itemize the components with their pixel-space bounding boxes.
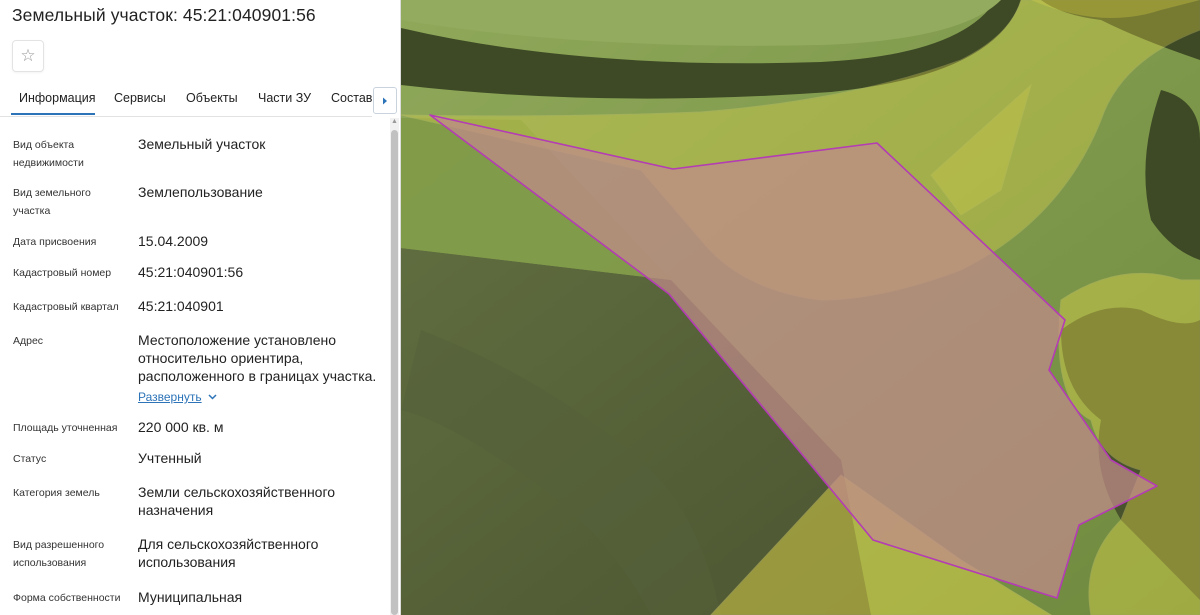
chevron-right-icon [383, 97, 387, 104]
map-canvas [401, 0, 1200, 615]
tab-composition[interactable]: Состав [331, 91, 372, 105]
address-expand-label: Развернуть [138, 390, 202, 404]
row-label-land-category: Категория земель [13, 487, 100, 499]
row-value-object-type: Земельный участок [138, 136, 266, 152]
row-value-status: Учтенный [138, 450, 202, 466]
tab-services[interactable]: Сервисы [114, 91, 166, 105]
row-value-cadastral-quarter: 45:21:040901 [138, 298, 224, 314]
tab-information[interactable]: Информация [19, 91, 96, 105]
row-label-object-type: Вид объекта недвижимости [13, 139, 84, 169]
row-label-ownership: Форма собственности [13, 592, 121, 604]
row-value-land-category: Земли сельскохозяйственного назначения [138, 484, 336, 518]
row-label-cadastral-number: Кадастровый номер [13, 267, 112, 279]
row-label-permitted-use: Вид разрешенного использования [13, 539, 105, 569]
property-info-panel: Земельный участок: 45:21:040901:56 ☆ Инф… [0, 0, 401, 615]
satellite-map[interactable] [401, 0, 1200, 615]
tab-bar: Информация Сервисы Объекты Части ЗУ Сост… [0, 86, 372, 117]
favorite-button[interactable]: ☆ [12, 40, 44, 72]
row-value-area: 220 000 кв. м [138, 419, 224, 435]
row-value-address: Местоположение установлено относительно … [138, 332, 377, 384]
scroll-up-arrow-icon[interactable]: ▲ [391, 118, 398, 126]
row-label-assign-date: Дата присвоения [13, 236, 97, 248]
scrollbar-thumb[interactable] [391, 130, 398, 615]
active-tab-indicator [11, 113, 95, 115]
tab-parcel-parts[interactable]: Части ЗУ [258, 91, 311, 105]
row-value-permitted-use: Для сельскохозяйственного использования [138, 536, 319, 570]
row-value-cadastral-number: 45:21:040901:56 [138, 264, 244, 280]
row-label-address: Адрес [13, 335, 44, 347]
row-label-cadastral-quarter: Кадастровый квартал [13, 301, 119, 313]
row-value-assign-date: 15.04.2009 [138, 233, 209, 249]
page-title: Земельный участок: 45:21:040901:56 [12, 5, 316, 25]
chevron-down-icon [208, 394, 217, 400]
row-label-parcel-kind: Вид земельного участка [13, 187, 91, 217]
tabs-scroll-right-button[interactable] [373, 87, 397, 114]
property-attributes: Вид объекта недвижимости Земельный участ… [0, 118, 388, 615]
row-label-area: Площадь уточненная [13, 422, 118, 434]
row-value-ownership: Муниципальная [138, 589, 243, 605]
tab-objects[interactable]: Объекты [186, 91, 238, 105]
row-label-status: Статус [13, 453, 47, 465]
row-value-parcel-kind: Землепользование [138, 184, 263, 200]
address-expand-link[interactable]: Развернуть [138, 390, 217, 404]
star-icon: ☆ [20, 46, 36, 65]
